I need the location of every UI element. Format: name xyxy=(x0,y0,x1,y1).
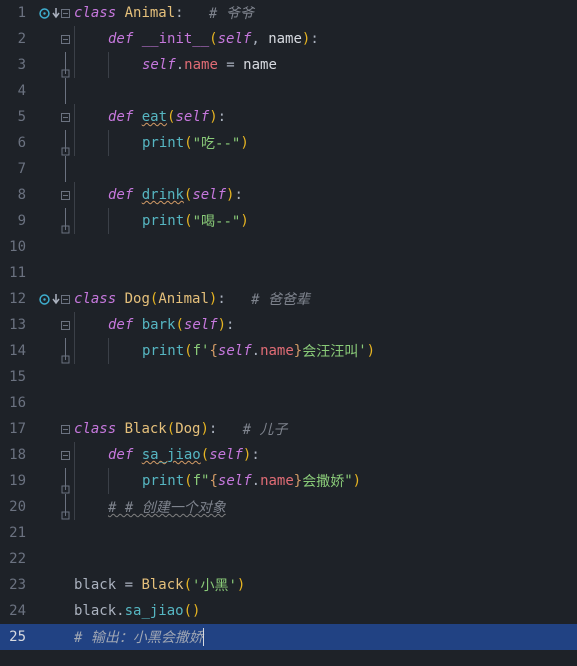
text-caret xyxy=(203,628,204,646)
fold-guide xyxy=(60,468,70,494)
line-number: 2 xyxy=(0,31,30,47)
code-content[interactable]: class Animal: # 爷爷 xyxy=(70,3,254,23)
gutter-icons[interactable] xyxy=(30,293,60,306)
line-number: 20 xyxy=(0,499,30,515)
fold-toggle[interactable] xyxy=(60,321,70,330)
fold-guide xyxy=(60,338,70,364)
code-line[interactable]: 18 def sa_jiao(self): xyxy=(0,442,577,468)
line-number: 13 xyxy=(0,317,30,333)
line-number: 19 xyxy=(0,473,30,489)
code-line[interactable]: 20 # # 创建一个对象 xyxy=(0,494,577,520)
code-line[interactable]: 9 print("喝--") xyxy=(0,208,577,234)
line-number: 17 xyxy=(0,421,30,437)
code-line[interactable]: 21 xyxy=(0,520,577,546)
code-line[interactable]: 23 black = Black('小黑') xyxy=(0,572,577,598)
code-content[interactable]: self.name = name xyxy=(70,52,277,78)
line-number: 1 xyxy=(0,5,30,21)
fold-toggle[interactable] xyxy=(60,295,70,304)
fold-toggle[interactable] xyxy=(60,451,70,460)
line-number: 12 xyxy=(0,291,30,307)
code-editor[interactable]: 1 class Animal: # 爷爷 2 def __init__(self… xyxy=(0,0,577,650)
code-line[interactable]: 10 xyxy=(0,234,577,260)
code-line[interactable]: 12 class Dog(Animal): # 爸爸辈 xyxy=(0,286,577,312)
code-content[interactable]: class Dog(Animal): # 爸爸辈 xyxy=(70,289,310,309)
line-number: 9 xyxy=(0,213,30,229)
fold-toggle[interactable] xyxy=(60,191,70,200)
code-line[interactable]: 17 class Black(Dog): # 儿子 xyxy=(0,416,577,442)
code-content[interactable]: # 输出：小黑会撒娇 xyxy=(70,627,204,647)
code-content[interactable]: def eat(self): xyxy=(70,104,226,130)
fold-guide xyxy=(60,156,70,182)
code-line[interactable]: 3 self.name = name xyxy=(0,52,577,78)
line-number: 14 xyxy=(0,343,30,359)
line-number: 16 xyxy=(0,395,30,411)
code-line[interactable]: 8 def drink(self): xyxy=(0,182,577,208)
fold-guide xyxy=(60,208,70,234)
override-icon[interactable] xyxy=(38,293,51,306)
line-number: 5 xyxy=(0,109,30,125)
fold-guide xyxy=(60,494,70,520)
line-number: 4 xyxy=(0,83,30,99)
code-content[interactable]: # # 创建一个对象 xyxy=(70,494,226,520)
code-line[interactable]: 19 print(f"{self.name}会撒娇") xyxy=(0,468,577,494)
code-line[interactable]: 11 xyxy=(0,260,577,286)
line-number: 15 xyxy=(0,369,30,385)
fold-toggle[interactable] xyxy=(60,113,70,122)
code-line[interactable]: 14 print(f'{self.name}会汪汪叫') xyxy=(0,338,577,364)
line-number: 7 xyxy=(0,161,30,177)
fold-guide xyxy=(60,52,70,78)
code-content[interactable]: def drink(self): xyxy=(70,182,243,208)
code-line[interactable]: 22 xyxy=(0,546,577,572)
code-line-current[interactable]: 25 # 输出：小黑会撒娇 xyxy=(0,624,577,650)
code-line[interactable]: 6 print("吃--") xyxy=(0,130,577,156)
code-line[interactable]: 2 def __init__(self, name): xyxy=(0,26,577,52)
code-line[interactable]: 4 xyxy=(0,78,577,104)
code-content[interactable]: print(f"{self.name}会撒娇") xyxy=(70,468,361,494)
code-content[interactable]: def sa_jiao(self): xyxy=(70,442,260,468)
fold-guide xyxy=(60,78,70,104)
fold-toggle[interactable] xyxy=(60,9,70,18)
line-number: 3 xyxy=(0,57,30,73)
code-content[interactable]: black = Black('小黑') xyxy=(70,575,245,595)
code-line[interactable]: 24 black.sa_jiao() xyxy=(0,598,577,624)
code-line[interactable]: 13 def bark(self): xyxy=(0,312,577,338)
code-line[interactable]: 16 xyxy=(0,390,577,416)
line-number: 25 xyxy=(0,629,30,645)
code-content[interactable]: print("吃--") xyxy=(70,130,249,156)
line-number: 10 xyxy=(0,239,30,255)
code-line[interactable]: 7 xyxy=(0,156,577,182)
line-number: 22 xyxy=(0,551,30,567)
code-line[interactable]: 1 class Animal: # 爷爷 xyxy=(0,0,577,26)
line-number: 11 xyxy=(0,265,30,281)
line-number: 18 xyxy=(0,447,30,463)
code-content[interactable]: def bark(self): xyxy=(70,312,234,338)
line-number: 24 xyxy=(0,603,30,619)
line-number: 23 xyxy=(0,577,30,593)
code-line[interactable]: 5 def eat(self): xyxy=(0,104,577,130)
code-line[interactable]: 15 xyxy=(0,364,577,390)
down-arrow-icon xyxy=(52,293,60,305)
override-icon[interactable] xyxy=(38,7,51,20)
fold-guide xyxy=(60,130,70,156)
code-content[interactable]: print(f'{self.name}会汪汪叫') xyxy=(70,338,375,364)
code-content[interactable]: class Black(Dog): # 儿子 xyxy=(70,419,288,439)
gutter-icons[interactable] xyxy=(30,7,60,20)
code-content[interactable]: def __init__(self, name): xyxy=(70,26,319,52)
fold-toggle[interactable] xyxy=(60,425,70,434)
line-number: 8 xyxy=(0,187,30,203)
line-number: 21 xyxy=(0,525,30,541)
line-number: 6 xyxy=(0,135,30,151)
code-content[interactable]: print("喝--") xyxy=(70,208,249,234)
code-content[interactable]: black.sa_jiao() xyxy=(70,603,200,619)
fold-toggle[interactable] xyxy=(60,35,70,44)
down-arrow-icon xyxy=(52,7,60,19)
